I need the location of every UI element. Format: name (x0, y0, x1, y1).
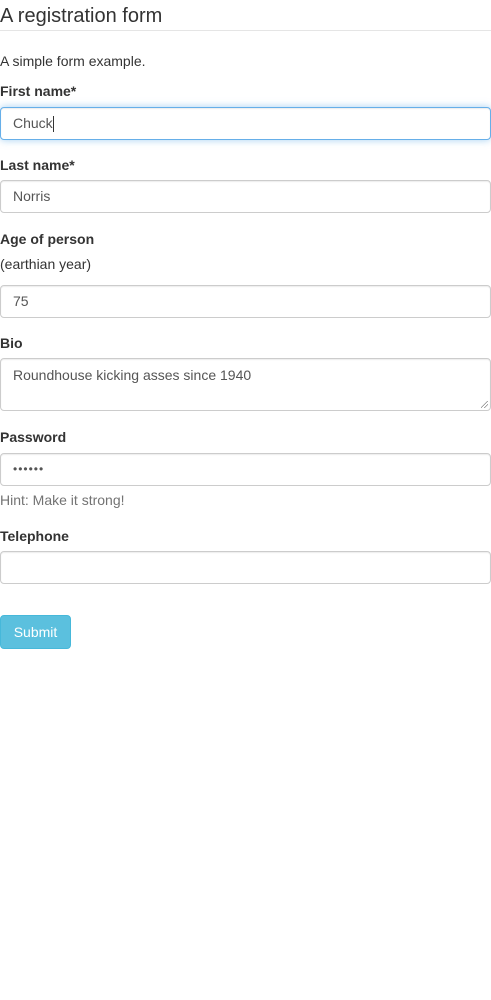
form-description: A simple form example. (0, 53, 146, 69)
first-name-label: First name* (0, 83, 77, 99)
password-input[interactable]: •••••• (0, 453, 491, 486)
last-name-input[interactable]: Norris (0, 180, 491, 213)
first-name-input[interactable]: Chuck (0, 107, 491, 140)
last-name-label: Last name* (0, 157, 75, 173)
bio-textarea[interactable]: Roundhouse kicking asses since 1940 (0, 358, 491, 411)
text-caret (52, 116, 54, 133)
password-hint: Hint: Make it strong! (0, 492, 125, 508)
submit-button[interactable]: Submit (0, 615, 71, 649)
bio-label: Bio (0, 335, 23, 351)
resize-handle-icon[interactable] (481, 401, 488, 408)
telephone-input[interactable] (0, 551, 491, 584)
bio-value: Roundhouse kicking asses since 1940 (13, 367, 252, 383)
title-divider (0, 30, 491, 31)
password-label: Password (0, 429, 67, 445)
age-sublabel: (earthian year) (0, 256, 92, 272)
age-label: Age of person (0, 231, 95, 247)
telephone-label: Telephone (0, 528, 69, 544)
age-input[interactable]: 75 (0, 285, 491, 318)
first-name-value: Chuck (13, 115, 53, 131)
page-title: A registration form (0, 5, 163, 27)
